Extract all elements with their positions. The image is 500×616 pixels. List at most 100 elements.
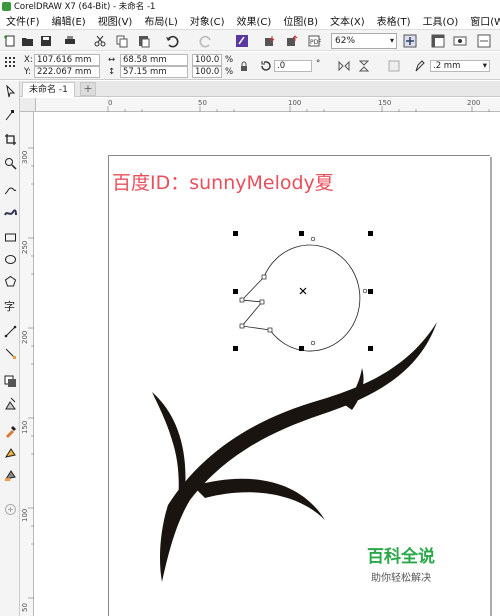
- menu-bitmaps[interactable]: 位图(B): [277, 13, 324, 28]
- artistic-media-icon[interactable]: [2, 205, 18, 221]
- publish-pdf-icon[interactable]: PDF: [306, 33, 322, 49]
- x-label: X:: [24, 55, 33, 65]
- drop-shadow-tool-icon[interactable]: [2, 373, 18, 389]
- chevron-down-icon: ▾: [482, 61, 487, 71]
- zoom-value: 62%: [335, 36, 356, 46]
- menu-object[interactable]: 对象(C): [184, 13, 231, 28]
- vertical-ruler[interactable]: 300 250 200 150 100 50: [20, 112, 34, 616]
- horizontal-ruler[interactable]: 0 50 100 150 200: [36, 98, 500, 112]
- copy-icon[interactable]: [114, 33, 130, 49]
- tab-document[interactable]: 未命名 -1: [22, 82, 75, 97]
- menu-window[interactable]: 窗口(W): [464, 13, 500, 28]
- outline-pen-icon[interactable]: [412, 58, 428, 74]
- scale-height-field[interactable]: 100.0: [192, 66, 222, 78]
- menu-file[interactable]: 文件(F): [0, 13, 46, 28]
- document-tab-bar: 未命名 -1 +: [20, 81, 500, 97]
- title-bar: CorelDRAW X7 (64-Bit) - 未命名 -1: [0, 0, 500, 12]
- percent-label: %: [225, 55, 234, 65]
- window-title: CorelDRAW X7 (64-Bit) - 未命名 -1: [14, 2, 156, 12]
- import-icon[interactable]: [262, 33, 278, 49]
- mirror-horizontal-icon[interactable]: [336, 58, 352, 74]
- ruler-label: 50: [198, 99, 207, 107]
- ruler-label: 250: [21, 240, 29, 254]
- open-folder-icon[interactable]: [20, 33, 36, 49]
- mirror-vertical-icon[interactable]: [356, 58, 372, 74]
- chevron-down-icon: ▾: [389, 36, 394, 45]
- add-tool-icon[interactable]: [2, 501, 18, 517]
- color-eyedropper-icon[interactable]: [2, 423, 18, 439]
- full-screen-icon[interactable]: [402, 33, 418, 49]
- rectangle-tool-icon[interactable]: [2, 229, 18, 245]
- ruler-label: 100: [288, 99, 302, 107]
- export-icon[interactable]: [284, 33, 300, 49]
- dimension-tool-icon[interactable]: [2, 323, 18, 339]
- pick-tool-icon[interactable]: [2, 83, 18, 99]
- height-field[interactable]: 57.15 mm: [120, 66, 188, 78]
- lock-ratio-icon[interactable]: [236, 58, 252, 74]
- brand-slogan: 助你轻松解决: [371, 573, 431, 584]
- search-content-icon[interactable]: [234, 33, 250, 49]
- degree-label: °: [316, 59, 321, 69]
- ruler-label: 100: [21, 508, 29, 522]
- ruler-corner[interactable]: [20, 98, 36, 112]
- menu-layout[interactable]: 布局(L): [138, 13, 183, 28]
- object-origin-icon[interactable]: [2, 54, 18, 70]
- crop-tool-icon[interactable]: [2, 131, 18, 147]
- print-icon[interactable]: [62, 33, 78, 49]
- show-rulers-icon[interactable]: [430, 33, 446, 49]
- transparency-tool-icon[interactable]: [2, 395, 18, 411]
- scale-width-field[interactable]: 100.0: [192, 54, 222, 66]
- rotate-icon[interactable]: [258, 58, 274, 74]
- width-icon: ↔: [108, 55, 116, 65]
- menu-edit[interactable]: 编辑(E): [46, 13, 92, 28]
- rotation-angle-field[interactable]: .0: [274, 60, 312, 72]
- ruler-label: 300: [21, 150, 29, 164]
- menu-text[interactable]: 文本(X): [324, 13, 371, 28]
- ruler-label: 200: [467, 99, 481, 107]
- wrap-text-icon[interactable]: [386, 58, 402, 74]
- svg-text:字: 字: [4, 299, 15, 312]
- freehand-tool-icon[interactable]: [2, 181, 18, 197]
- view-options-icon[interactable]: [452, 33, 468, 49]
- y-label: Y:: [24, 67, 31, 77]
- text-tool-icon[interactable]: 字: [2, 297, 18, 313]
- property-bar: X: 107.616 mm Y: 222.067 mm ↔ 68.58 mm ↕…: [0, 52, 500, 80]
- outline-width-value: .2 mm: [433, 61, 461, 71]
- zoom-level-select[interactable]: 62% ▾: [331, 33, 397, 49]
- brand-logo-text: 百科全说: [367, 547, 435, 567]
- redo-icon[interactable]: [198, 33, 214, 49]
- ruler-ticks: [107, 106, 490, 112]
- menu-table[interactable]: 表格(T): [371, 13, 417, 28]
- height-icon: ↕: [108, 67, 116, 77]
- percent-label: %: [225, 67, 234, 77]
- watermark-text: 百度ID：sunnyMelody夏: [112, 172, 334, 194]
- menu-tools[interactable]: 工具(O): [417, 13, 465, 28]
- new-document-icon[interactable]: [2, 33, 18, 49]
- menu-bar: 文件(F) 编辑(E) 视图(V) 布局(L) 对象(C) 效果(C) 位图(B…: [0, 12, 500, 28]
- page-shadow: [490, 157, 492, 616]
- undo-icon[interactable]: [164, 33, 180, 49]
- zoom-tool-icon[interactable]: [2, 155, 18, 171]
- ruler-label: 150: [21, 420, 29, 434]
- save-icon[interactable]: [38, 33, 54, 49]
- smart-fill-icon[interactable]: [2, 467, 18, 483]
- ellipse-tool-icon[interactable]: [2, 251, 18, 267]
- connector-tool-icon[interactable]: [2, 345, 18, 361]
- shape-tool-icon[interactable]: [2, 107, 18, 123]
- outline-width-select[interactable]: .2 mm ▾: [430, 60, 490, 72]
- menu-effects[interactable]: 效果(C): [231, 13, 278, 28]
- options-gear-icon[interactable]: [476, 33, 492, 49]
- standard-toolbar: PDF 62% ▾: [0, 29, 500, 51]
- y-position-field[interactable]: 222.067 mm: [34, 66, 100, 78]
- add-tab-icon[interactable]: +: [80, 82, 96, 96]
- ruler-label: 0: [108, 99, 113, 107]
- cut-icon[interactable]: [92, 33, 108, 49]
- polygon-tool-icon[interactable]: [2, 273, 18, 289]
- toolbox: 字: [0, 81, 20, 616]
- x-position-field[interactable]: 107.616 mm: [34, 54, 100, 66]
- ruler-label: 150: [378, 99, 392, 107]
- paste-icon[interactable]: [136, 33, 152, 49]
- interactive-fill-icon[interactable]: [2, 445, 18, 461]
- width-field[interactable]: 68.58 mm: [120, 54, 188, 66]
- menu-view[interactable]: 视图(V): [92, 13, 139, 28]
